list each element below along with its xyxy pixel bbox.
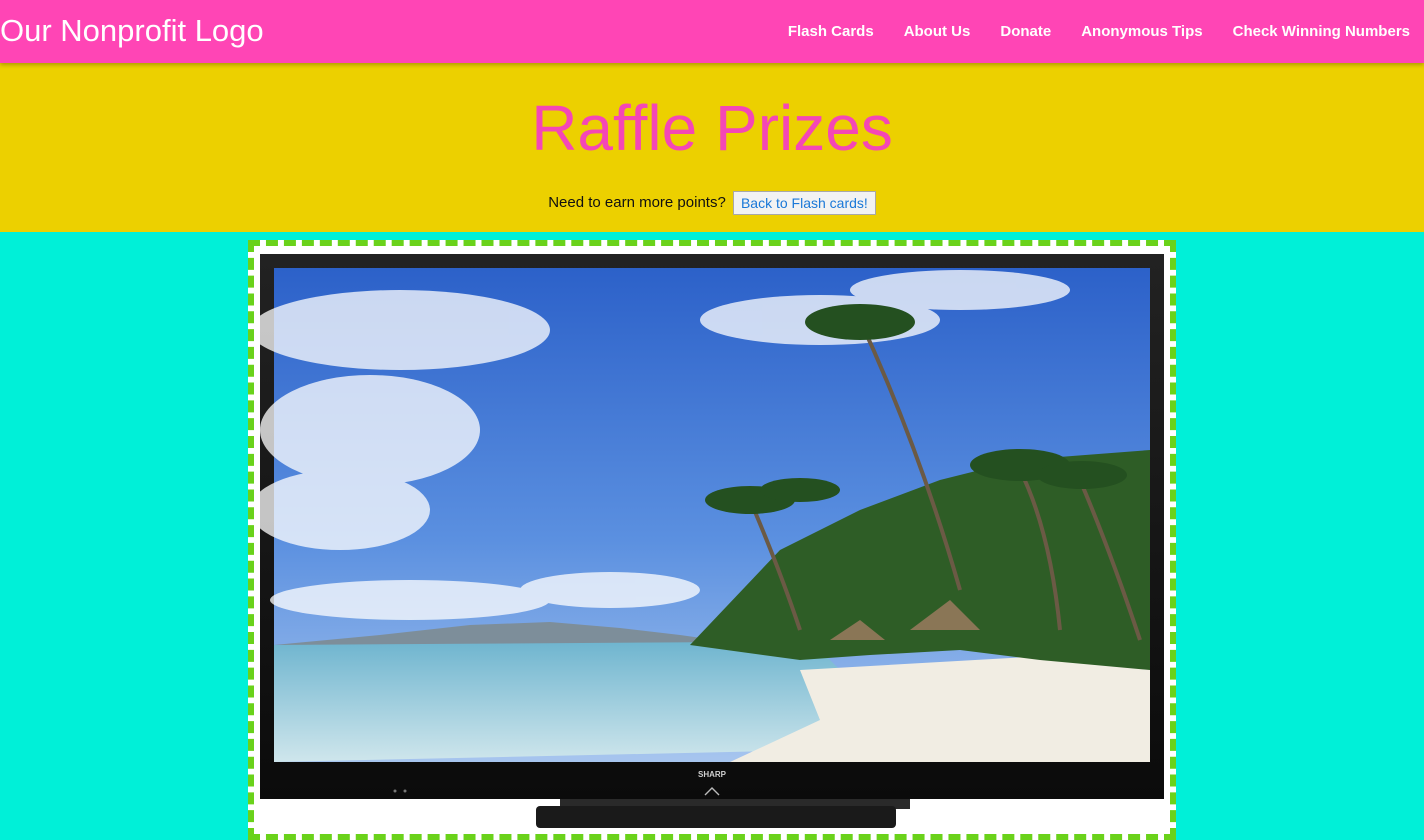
nav-links: Flash Cards About Us Donate Anonymous Ti… bbox=[758, 0, 1410, 63]
back-to-flash-cards-button[interactable]: Back to Flash cards! bbox=[732, 191, 876, 216]
navbar: Our Nonprofit Logo Flash Cards About Us … bbox=[0, 0, 1424, 63]
page-title: Raffle Prizes bbox=[531, 92, 893, 164]
tv-indicator-dot bbox=[393, 789, 397, 793]
hero-banner: Raffle Prizes Need to earn more points? … bbox=[0, 63, 1424, 232]
tv-indicator-dot bbox=[403, 789, 407, 793]
prize-frame: SHARP bbox=[248, 240, 1176, 840]
tv-brand-label: SHARP bbox=[698, 770, 727, 779]
hero-prompt-line: Need to earn more points? Back to Flash … bbox=[0, 190, 1424, 216]
nav-link-flash-cards[interactable]: Flash Cards bbox=[788, 23, 874, 40]
tv-icon: SHARP bbox=[260, 254, 1164, 828]
nav-link-anonymous-tips[interactable]: Anonymous Tips bbox=[1081, 23, 1202, 40]
nav-link-check-winning-numbers[interactable]: Check Winning Numbers bbox=[1233, 23, 1410, 40]
earn-points-prompt: Need to earn more points? bbox=[548, 194, 726, 211]
nav-link-donate[interactable]: Donate bbox=[1000, 23, 1051, 40]
nav-link-about-us[interactable]: About Us bbox=[904, 23, 971, 40]
tv-stand-base bbox=[536, 806, 896, 828]
prize-tv-image[interactable]: SHARP bbox=[260, 250, 1164, 830]
brand-logo[interactable]: Our Nonprofit Logo bbox=[0, 12, 264, 50]
